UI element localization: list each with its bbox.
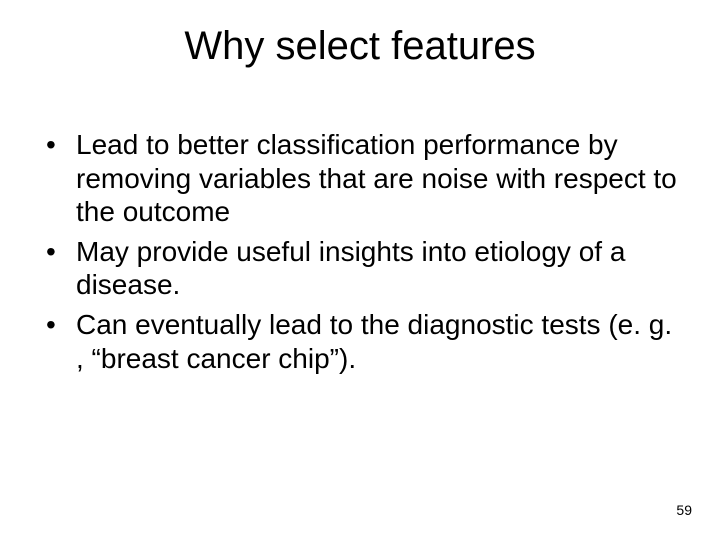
bullet-item: Lead to better classification performanc… <box>40 128 680 229</box>
page-number: 59 <box>676 502 692 518</box>
slide-body: Lead to better classification performanc… <box>40 128 680 381</box>
bullet-item: Can eventually lead to the diagnostic te… <box>40 308 680 375</box>
bullet-list: Lead to better classification performanc… <box>40 128 680 375</box>
slide: Why select features Lead to better class… <box>0 0 720 540</box>
bullet-item: May provide useful insights into etiolog… <box>40 235 680 302</box>
slide-title: Why select features <box>0 24 720 69</box>
